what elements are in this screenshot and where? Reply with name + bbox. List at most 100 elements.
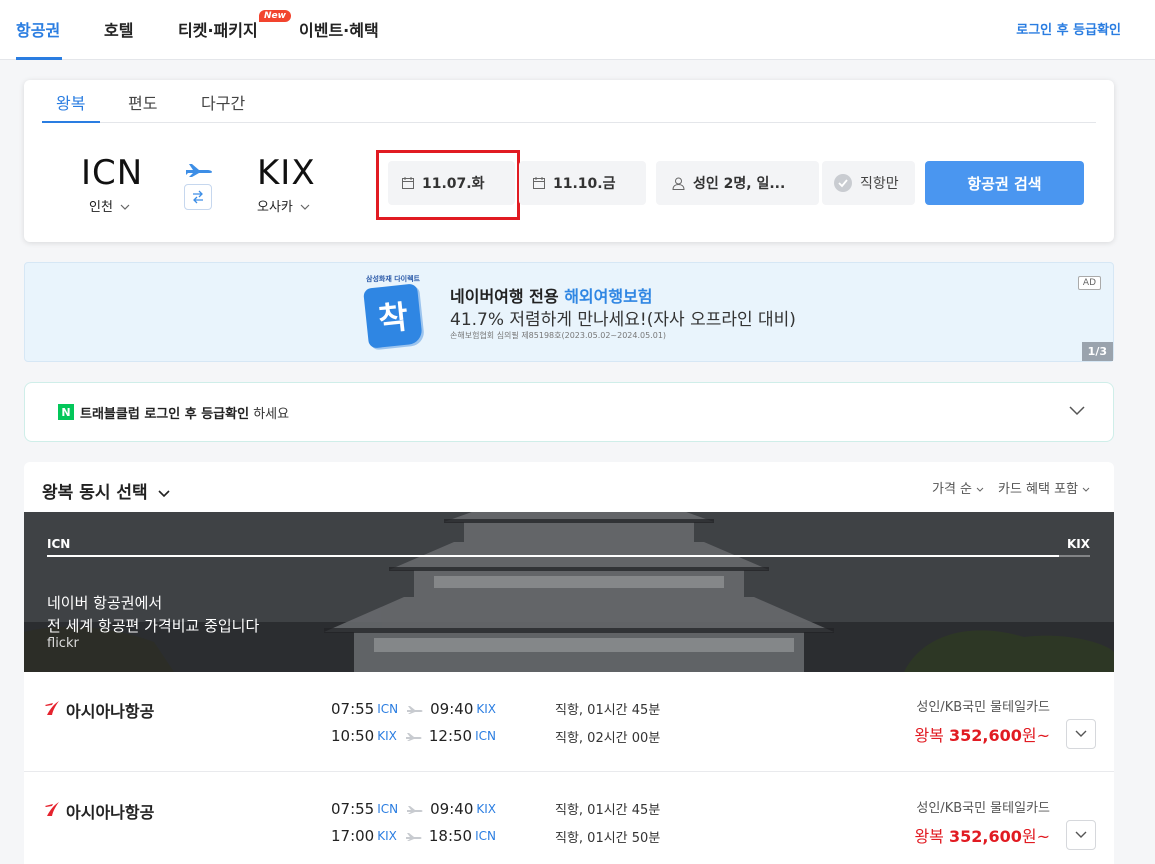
origin-city-label: 인천 [89,200,113,215]
sort-by-price-label: 가격 순 [932,482,973,497]
card-type: 성인/KB국민 물테일카드 [916,801,1050,816]
results-panel: 왕복 동시 선택 가격 순 카드 혜택 포함 ICN KIX 네이버 항공권에서… [24,462,1114,864]
ad-subtitle: 41.7% 저렴하게 만나세요!(자사 오프라인 대비) [450,310,796,330]
flight-result-row[interactable]: 아시아나항공 07:55 ICN 09:40 KIX 직항, 01시간 45분 … [24,672,1114,772]
price-amount: 352,600 [948,726,1022,745]
hero-destination-code: KIX [1066,537,1090,551]
origin-city-select[interactable]: 인천 [89,196,130,215]
trip-tabs-divider [42,122,1096,123]
ad-pager: 1/3 [1081,342,1113,361]
expand-details-button[interactable] [1066,719,1096,749]
outbound-leg: 07:55 ICN 09:40 KIX [331,699,496,719]
airplane-icon [406,704,424,714]
tab-one-way[interactable]: 편도 [128,90,157,114]
ad-title-prefix: 네이버여행 전용 [450,287,565,306]
airplane-icon [406,804,424,814]
ad-tag: AD [1077,276,1101,290]
loading-hero: ICN KIX 네이버 항공권에서 전 세계 항공편 가격비교 중입니다 fli… [24,512,1114,672]
new-badge: New [259,10,291,22]
sort-by-price[interactable]: 가격 순 [932,478,984,497]
tab-round-trip[interactable]: 왕복 [56,90,85,114]
travel-club-text: 트래블클럽 로그인 후 등급확인 하세요 [80,403,289,422]
login-grade-link[interactable]: 로그인 후 등급확인 [1016,19,1121,38]
flight-result-row[interactable]: 아시아나항공 07:55 ICN 09:40 KIX 직항, 01시간 45분 … [24,773,1114,864]
fare-price: 왕복 352,600원~ [914,722,1050,746]
airplane-icon [405,731,423,741]
results-title: 왕복 동시 선택 [42,483,148,503]
chevron-down-icon [300,204,310,210]
nav-tab-hotels[interactable]: 호텔 [104,17,133,41]
outbound-leg: 07:55 ICN 09:40 KIX [331,799,496,819]
naver-logo-icon: N [58,404,74,420]
dep-code: KIX [377,829,397,843]
nav-active-underline [16,57,62,60]
chevron-down-icon [158,490,170,498]
direct-only-toggle[interactable]: 직항만 [822,161,915,205]
hero-origin-code: ICN [47,537,71,551]
nav-tab-flights[interactable]: 항공권 [16,17,60,41]
chevron-down-icon [976,487,984,492]
origin-code[interactable]: ICN [81,153,143,193]
dep-code: ICN [377,802,399,816]
arr-time: 09:40 [430,700,474,718]
arr-time: 18:50 [428,827,473,845]
nav-tab-events[interactable]: 이벤트·혜택 [299,17,379,41]
price-prefix: 왕복 [914,726,949,745]
return-leg: 10:50 KIX 12:50 ICN [331,726,496,746]
destination-city-select[interactable]: 오사카 [257,196,310,215]
nav-tab-tickets-packages[interactable]: 티켓·패키지 [178,17,258,41]
expand-details-button[interactable] [1066,820,1096,850]
arr-code: KIX [476,802,497,816]
price-prefix: 왕복 [914,827,949,846]
airplane-icon [186,164,212,177]
airplane-icon [405,831,423,841]
travel-club-banner[interactable]: N 트래블클럽 로그인 후 등급확인 하세요 [24,382,1114,442]
passengers-value: 성인 2명, 일... [693,176,786,192]
price-amount: 352,600 [948,827,1022,846]
ad-title-highlight: 해외여행보험 [564,287,653,306]
chevron-down-icon [1075,831,1087,838]
person-icon [672,177,685,190]
asiana-logo-icon [45,701,59,715]
leg-info: 직항, 01시간 50분 [555,831,661,846]
flight-search-panel: 왕복 편도 다구간 ICN 인천 KIX 오사카 11.07.화 11.10.금 [24,80,1114,242]
hero-message: 네이버 항공권에서 전 세계 항공편 가격비교 중입니다 [47,592,259,638]
tab-multi-city[interactable]: 다구간 [201,90,245,114]
arr-time: 09:40 [430,800,474,818]
swap-airports-button[interactable] [184,184,212,210]
ad-banner[interactable]: 삼성화재 다이렉트 착 네이버여행 전용 해외여행보험 41.7% 저렴하게 만… [24,262,1114,362]
travel-club-text-bold: 트래블클럽 로그인 후 등급확인 [80,407,250,422]
price-suffix: 원~ [1021,726,1050,745]
price-suffix: 원~ [1021,827,1050,846]
destination-code[interactable]: KIX [257,153,316,193]
travel-club-text-rest: 하세요 [249,407,290,422]
return-date-field[interactable]: 11.10.금 [519,161,646,205]
check-circle-icon [834,174,852,192]
swap-icon [193,190,203,204]
chevron-down-icon [1082,487,1090,492]
photo-credit: flickr [47,636,79,651]
search-progress-bar [47,555,1059,557]
ad-logo: 착 [363,283,423,349]
card-benefit-filter[interactable]: 카드 혜택 포함 [998,478,1090,497]
direct-only-label: 직항만 [860,176,899,192]
arr-code: KIX [476,702,497,716]
destination-city-label: 오사카 [257,200,293,215]
search-flights-button[interactable]: 항공권 검색 [925,161,1084,205]
airline-name: 아시아나항공 [66,702,155,721]
fare-price: 왕복 352,600원~ [914,823,1050,847]
dep-code: ICN [377,702,399,716]
leg-info: 직항, 02시간 00분 [555,731,661,746]
leg-info: 직항, 01시간 45분 [555,703,661,718]
ad-brand-small: 삼성화재 다이렉트 [366,275,420,283]
passengers-field[interactable]: 성인 2명, 일... [656,161,819,205]
card-type: 성인/KB국민 물테일카드 [916,700,1050,715]
round-trip-select-dropdown[interactable]: 왕복 동시 선택 [42,478,170,503]
chevron-down-icon[interactable] [1069,401,1085,421]
card-benefit-label: 카드 혜택 포함 [998,482,1079,497]
airline-name: 아시아나항공 [66,803,155,822]
dep-time: 07:55 [331,700,375,718]
arr-time: 12:50 [428,727,473,745]
leg-info: 직항, 01시간 45분 [555,803,661,818]
arr-code: ICN [475,729,497,743]
